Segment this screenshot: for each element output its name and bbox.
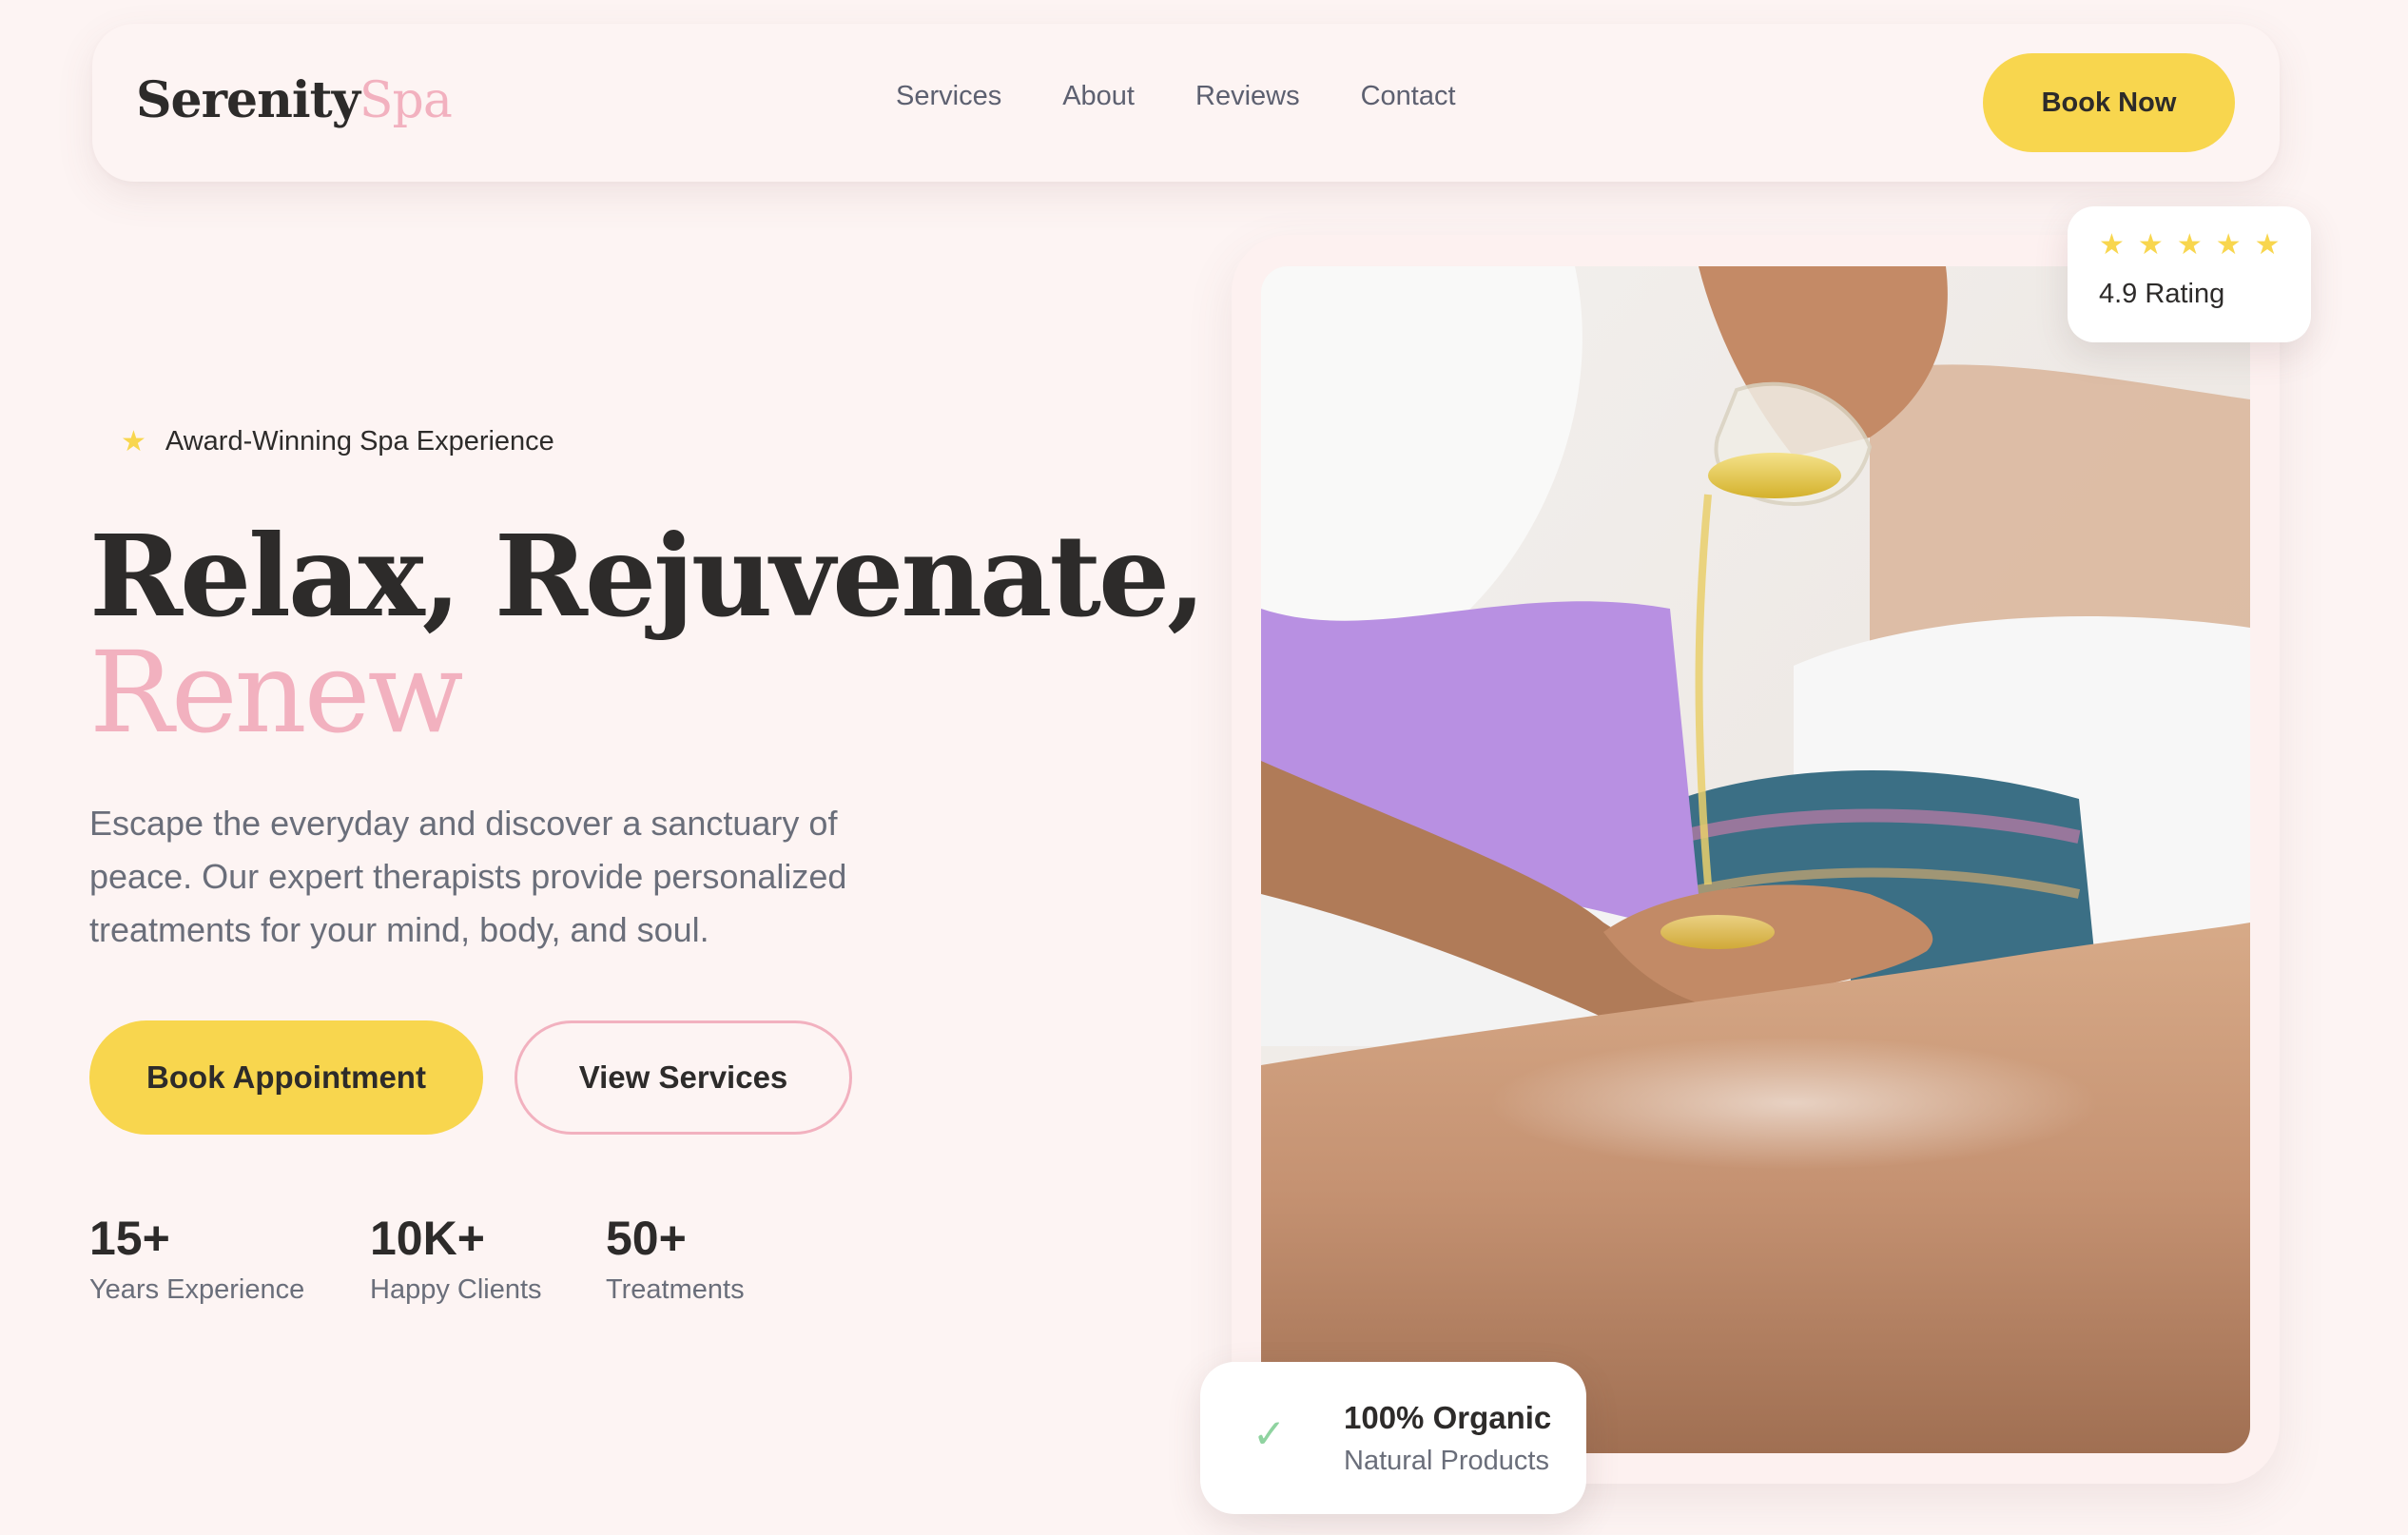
organic-subtitle: Natural Products bbox=[1344, 1446, 1549, 1476]
award-badge: ★ Award-Winning Spa Experience bbox=[121, 426, 554, 457]
rating-text: 4.9 Rating bbox=[2099, 279, 2225, 309]
massage-oil-illustration bbox=[1261, 266, 2250, 1453]
star-icon: ★ bbox=[2254, 229, 2281, 261]
navbar: SerenitySpa Services About Reviews Conta… bbox=[92, 24, 2280, 182]
stat-years: 15+ Years Experience bbox=[89, 1208, 304, 1306]
organic-card: ✓ 100% Organic Natural Products bbox=[1200, 1362, 1586, 1514]
nav-link-reviews[interactable]: Reviews bbox=[1195, 81, 1300, 112]
nav-link-about[interactable]: About bbox=[1062, 81, 1135, 112]
hero-photo-massage bbox=[1261, 266, 2250, 1453]
rating-card: ★ ★ ★ ★ ★ 4.9 Rating bbox=[2068, 206, 2311, 342]
stat-value: 50+ bbox=[606, 1212, 687, 1265]
star-icon: ★ bbox=[121, 425, 146, 457]
headline-line1: Relax, Rejuvenate, bbox=[89, 510, 1206, 642]
rating-stars: ★ ★ ★ ★ ★ bbox=[2099, 231, 2281, 260]
nav-links: Services About Reviews Contact bbox=[896, 81, 1456, 112]
stat-value: 10K+ bbox=[370, 1212, 485, 1265]
organic-title: 100% Organic bbox=[1344, 1400, 1552, 1435]
view-services-button[interactable]: View Services bbox=[515, 1020, 852, 1135]
star-icon: ★ bbox=[2176, 229, 2203, 261]
stat-label: Treatments bbox=[606, 1274, 745, 1305]
stat-value: 15+ bbox=[89, 1212, 170, 1265]
logo[interactable]: SerenitySpa bbox=[136, 71, 453, 129]
stat-label: Years Experience bbox=[89, 1274, 305, 1305]
stat-clients: 10K+ Happy Clients bbox=[370, 1208, 542, 1306]
hero-headline: Relax, Rejuvenate, Renew bbox=[89, 510, 1206, 758]
star-icon: ★ bbox=[2099, 229, 2125, 261]
book-appointment-button[interactable]: Book Appointment bbox=[89, 1020, 483, 1135]
logo-main: Serenity bbox=[136, 71, 360, 129]
check-icon: ✓ bbox=[1253, 1411, 1287, 1456]
hero-lead-text: Escape the everyday and discover a sanct… bbox=[89, 804, 847, 949]
nav-link-services[interactable]: Services bbox=[896, 81, 1001, 112]
star-icon: ★ bbox=[2137, 229, 2164, 261]
logo-accent: Spa bbox=[359, 72, 453, 129]
stat-label: Happy Clients bbox=[370, 1274, 542, 1305]
award-badge-text: Award-Winning Spa Experience bbox=[165, 426, 554, 457]
star-icon: ★ bbox=[2215, 229, 2242, 261]
headline-line2: Renew bbox=[89, 627, 464, 758]
book-now-button[interactable]: Book Now bbox=[1983, 53, 2235, 152]
nav-link-contact[interactable]: Contact bbox=[1361, 81, 1456, 112]
stat-treatments: 50+ Treatments bbox=[606, 1208, 745, 1306]
landing-page: SerenitySpa Services About Reviews Conta… bbox=[0, 0, 2408, 1535]
